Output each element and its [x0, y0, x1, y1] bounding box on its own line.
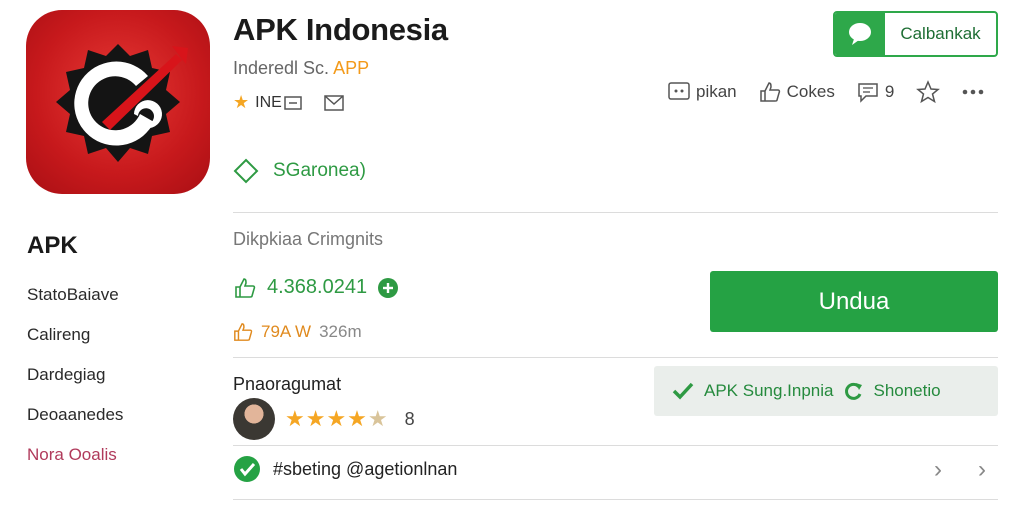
download-count: 4.368.0241 [267, 276, 368, 298]
divider [233, 357, 998, 358]
thumbs-up-icon [234, 323, 253, 341]
badge-box-icon [284, 95, 302, 110]
check-row[interactable]: #sbeting @agetionlnan [233, 455, 457, 483]
developer-accent: APP [333, 58, 370, 78]
chevron-right-icon[interactable]: › [934, 456, 942, 484]
comment-action[interactable]: 9 [857, 81, 894, 103]
screen-icon [668, 82, 690, 100]
check-circle-icon [234, 456, 260, 482]
divider [233, 499, 998, 500]
comment-icon [858, 83, 878, 103]
app-logo-icon [56, 44, 188, 162]
developer-name: Inderedl Sc. [233, 58, 330, 78]
download-button[interactable]: Undua [710, 271, 998, 332]
rating-stars: ★★★★★ [285, 406, 389, 431]
developer-line[interactable]: Inderedl Sc. APP [233, 58, 369, 79]
mail-icon[interactable] [324, 94, 344, 111]
sidebar-title: APK [27, 232, 78, 259]
file-size: 79A W [261, 322, 312, 341]
more-action[interactable] [962, 89, 984, 95]
like-action[interactable]: Cokes [759, 81, 835, 103]
verified-badge: APK Sung.Inpnia Shonetio [654, 366, 998, 416]
sidebar-item-statobaiave[interactable]: StatoBaiave [27, 285, 119, 305]
review-count: 8 [404, 408, 415, 429]
screen-action[interactable]: pikan [668, 82, 737, 102]
favorite-action[interactable] [916, 80, 941, 104]
action-row: pikan Cokes 9 [668, 80, 984, 104]
sidebar-item-nora-ooalis[interactable]: Nora Ooalis [27, 445, 117, 465]
comment-action-label: 9 [884, 82, 895, 101]
half-star-icon: ★ [367, 406, 389, 431]
review-row: ★★★★★ 8 [233, 398, 415, 440]
thumbs-up-icon [235, 277, 256, 298]
avatar[interactable] [233, 398, 275, 440]
chat-button-label: Calbankak [900, 24, 981, 43]
chevron-right-icon[interactable]: › [978, 456, 986, 484]
plus-circle-icon[interactable] [377, 277, 399, 299]
category-tag[interactable]: SGaronea) [233, 158, 366, 184]
sidebar-item-calireng[interactable]: Calireng [27, 325, 90, 345]
sidebar-item-deoaanedes[interactable]: Deoaanedes [27, 405, 123, 425]
star-icon: ★ [233, 92, 250, 112]
sidebar-item-dardegiag[interactable]: Dardegiag [27, 365, 105, 385]
thumbs-up-icon [759, 82, 780, 102]
screen-action-label: pikan [696, 82, 737, 101]
check-row-label: #sbeting @agetionlnan [273, 458, 458, 479]
size-row: 79A W 326m [233, 322, 362, 342]
verified-secondary[interactable]: Shonetio [873, 381, 940, 401]
tag-icon [233, 158, 259, 184]
divider [233, 212, 998, 213]
refresh-icon[interactable] [843, 381, 863, 401]
rating-meta: INE [255, 93, 282, 111]
verified-label: APK Sung.Inpnia [704, 381, 834, 400]
check-icon [672, 382, 694, 400]
chat-button[interactable]: Calbankak [833, 11, 998, 57]
chat-bubble-icon [835, 13, 885, 55]
app-icon [26, 10, 210, 194]
divider [233, 445, 998, 446]
category-tag-label: SGaronea) [273, 160, 366, 181]
file-size-sub: 326m [319, 322, 362, 341]
star-outline-icon [916, 80, 941, 104]
reviews-heading: Pnaoragumat [233, 374, 342, 394]
download-heading: Dikpkiaa Crimgnits [233, 229, 384, 249]
meta-row: ★ INE [233, 92, 344, 113]
more-icon [962, 89, 984, 95]
like-action-label: Cokes [786, 82, 835, 101]
app-title: APK Indonesia [233, 12, 448, 47]
download-count-row: 4.368.0241 [233, 276, 399, 299]
